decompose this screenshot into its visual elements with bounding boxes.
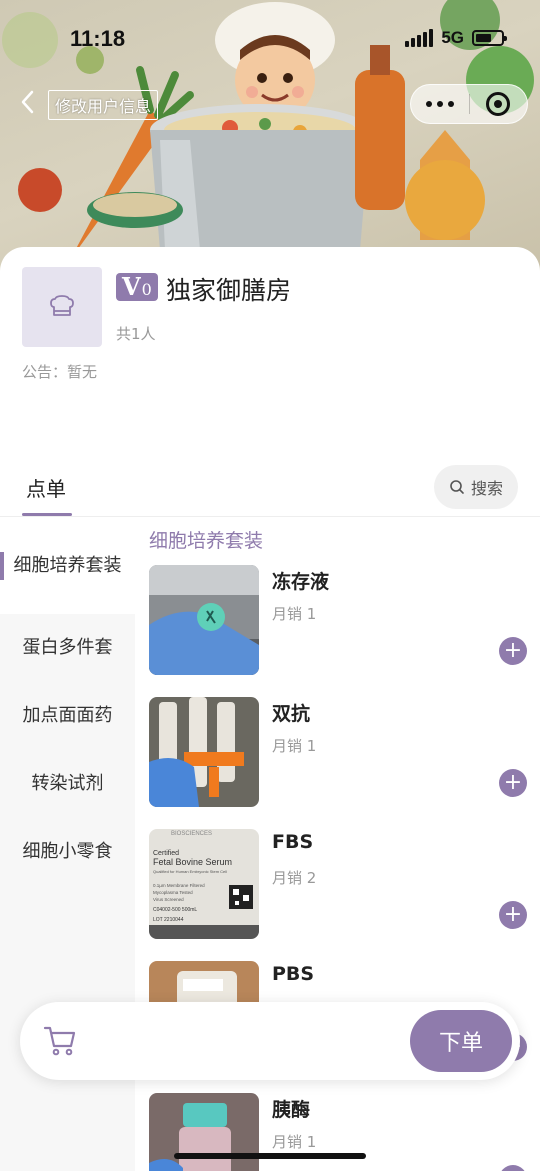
add-to-cart-button[interactable]: + [499, 637, 527, 665]
product-name: PBS [272, 963, 315, 985]
product-image [149, 1093, 259, 1171]
back-icon[interactable] [20, 90, 44, 119]
vip-letter: V [122, 272, 141, 301]
signal-icon [405, 29, 434, 47]
product-sales: 月销 1 [272, 605, 317, 623]
product-item[interactable]: 冻存液 月销 1 + [149, 565, 529, 677]
network-type: 5G [441, 28, 464, 47]
category-label: 转染试剂 [31, 773, 104, 794]
product-name: 胰酶 [272, 1099, 311, 1121]
search-label: 搜索 [470, 479, 503, 498]
photo-text: Mycoplasma Tested [153, 890, 193, 895]
vip-level: 0 [141, 280, 152, 299]
product-image: BIOSCIENCES Certified Fetal Bovine Serum… [149, 829, 259, 939]
photo-text: LOT 2210044 [153, 917, 184, 923]
add-to-cart-button[interactable]: + [499, 1165, 527, 1171]
home-indicator [174, 1153, 366, 1159]
category-item-reagents[interactable]: 加点面面药 [0, 682, 135, 750]
vip-badge: V 0 [116, 273, 158, 301]
category-item-cell-culture-kit[interactable]: 细胞培养套装 [0, 518, 135, 614]
close-circle-icon[interactable] [470, 92, 528, 116]
photo-text: C04002-500 500mL [153, 907, 197, 913]
add-to-cart-button[interactable]: + [499, 901, 527, 929]
product-image [149, 565, 259, 675]
category-label: 蛋白多件套 [22, 637, 113, 658]
photo-text: Qualified for Human Embryonic Stem Cell [153, 869, 227, 874]
shop-notice: 公告：暂无 [22, 363, 98, 381]
battery-icon [472, 30, 507, 46]
product-item[interactable]: 双抗 月销 1 + [149, 697, 529, 809]
place-order-button[interactable]: 下单 [410, 1010, 512, 1072]
search-button[interactable]: 搜索 [434, 465, 518, 509]
shop-logo-icon [50, 295, 74, 316]
tab-order[interactable]: 点单 [26, 473, 66, 502]
category-label: 细胞培养套装 [13, 555, 122, 576]
shop-logo [22, 267, 102, 347]
cart-bar: 下单 [20, 1002, 520, 1080]
mini-program-capsule[interactable] [410, 84, 528, 124]
product-name: FBS [272, 831, 314, 853]
category-item-transfection[interactable]: 转染试剂 [0, 750, 135, 818]
tab-underline [22, 513, 72, 516]
product-name: 冻存液 [272, 571, 330, 593]
cart-icon[interactable] [42, 1022, 78, 1062]
product-sales: 月销 1 [272, 1133, 317, 1151]
product-sales: 月销 1 [272, 737, 317, 755]
category-label: 加点面面药 [22, 705, 113, 726]
category-item-protein-kit[interactable]: 蛋白多件套 [0, 614, 135, 682]
section-title: 细胞培养套装 [149, 530, 264, 552]
product-item[interactable]: BIOSCIENCES Certified Fetal Bovine Serum… [149, 829, 529, 941]
photo-text: BIOSCIENCES [171, 831, 212, 837]
plus-icon: + [503, 902, 523, 927]
product-sales: 月销 2 [272, 869, 317, 887]
photo-text: 0.1µm Membrane Filtered [153, 883, 205, 888]
nav-title[interactable]: 修改用户信息 [48, 90, 159, 120]
product-name: 双抗 [272, 703, 311, 725]
status-bar: 11:18 5G [0, 0, 540, 80]
photo-text: Virus Screened [153, 897, 184, 902]
shop-name: 独家御膳房 [166, 276, 292, 305]
category-item-cell-snacks[interactable]: 细胞小零食 [0, 818, 135, 886]
plus-icon: + [503, 770, 523, 795]
tab-bar: 点单 搜索 [0, 465, 540, 517]
category-label: 细胞小零食 [22, 841, 113, 862]
product-image [149, 697, 259, 807]
photo-text: Certified [153, 850, 179, 857]
status-time: 11:18 [70, 26, 126, 51]
nav-back-area[interactable]: 修改用户信息 [20, 90, 159, 120]
member-count: 共1人 [116, 325, 156, 343]
add-to-cart-button[interactable]: + [499, 769, 527, 797]
search-icon [450, 480, 464, 494]
plus-icon: + [503, 638, 523, 663]
more-icon[interactable] [411, 101, 469, 107]
photo-text: Fetal Bovine Serum [153, 857, 232, 867]
product-item[interactable]: 胰酶 月销 1 + [149, 1093, 529, 1171]
status-indicators: 5G [405, 28, 507, 48]
